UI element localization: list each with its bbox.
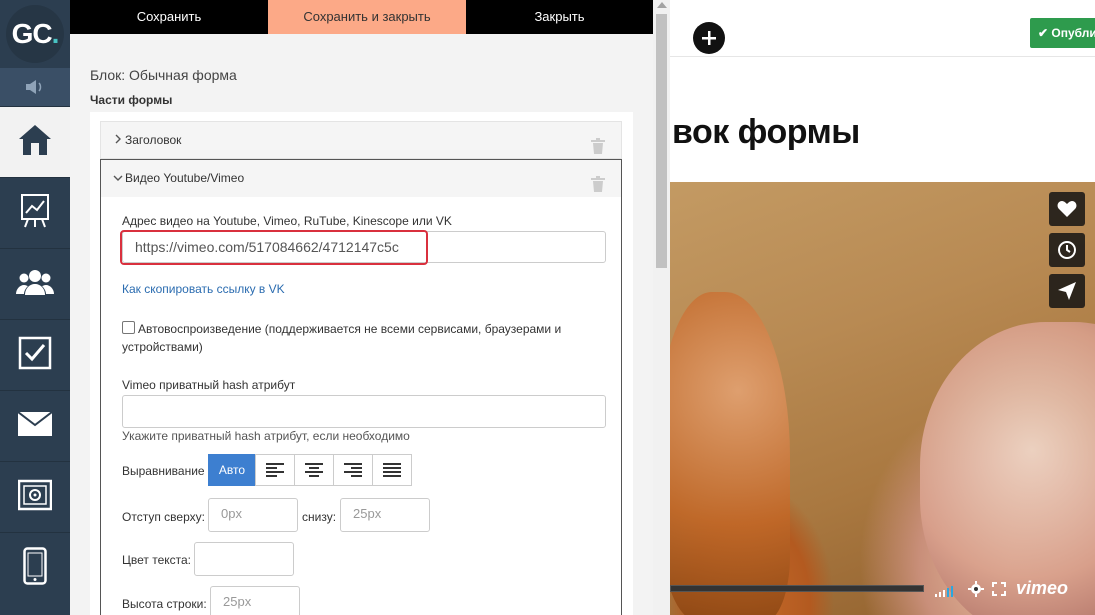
clock-icon bbox=[1058, 241, 1076, 259]
autoplay-row: Автовоспроизведение (поддерживается не в… bbox=[122, 320, 592, 356]
hash-label: Vimeo приватный hash атрибут bbox=[122, 378, 296, 392]
phone-icon bbox=[23, 546, 47, 590]
add-block-button[interactable] bbox=[693, 22, 725, 54]
align-left-icon bbox=[266, 463, 284, 477]
sidebar-item-tasks[interactable] bbox=[0, 319, 70, 390]
align-center-button[interactable] bbox=[294, 454, 334, 486]
align-center-icon bbox=[305, 463, 323, 477]
padding-top-input[interactable]: 0px bbox=[208, 498, 298, 532]
publish-button[interactable]: ✔ Опубли bbox=[1030, 18, 1095, 48]
sidebar-item-users[interactable] bbox=[0, 248, 70, 319]
scrollbar-thumb[interactable] bbox=[656, 14, 667, 268]
align-label: Выравнивание bbox=[122, 464, 205, 478]
logo-dot: . bbox=[51, 18, 60, 49]
plus-icon bbox=[702, 31, 716, 45]
preview-toolbar: ✔ Опубли bbox=[670, 0, 1095, 57]
checkbox-icon bbox=[18, 336, 52, 375]
accordion-item-header[interactable]: Заголовок bbox=[100, 121, 622, 159]
vk-copy-link[interactable]: Как скопировать ссылку в VK bbox=[122, 282, 285, 296]
padding-top-label: Отступ сверху: bbox=[122, 510, 205, 524]
align-right-icon bbox=[344, 463, 362, 477]
text-color-input[interactable] bbox=[194, 542, 294, 576]
align-justify-button[interactable] bbox=[372, 454, 412, 486]
url-highlight-box bbox=[120, 230, 428, 265]
block-title: Блок: Обычная форма bbox=[90, 67, 237, 83]
scroll-up-arrow-icon[interactable] bbox=[657, 2, 667, 8]
video-progress-bar[interactable] bbox=[670, 585, 924, 592]
form-parts-title: Части формы bbox=[90, 93, 173, 107]
logo-badge: GC. bbox=[6, 5, 64, 63]
vimeo-logo[interactable]: vimeo bbox=[1016, 578, 1068, 599]
home-icon bbox=[17, 123, 53, 162]
line-height-label: Высота строки: bbox=[122, 597, 207, 611]
padding-bottom-label: снизу: bbox=[302, 510, 337, 524]
chevron-right-icon bbox=[111, 122, 125, 158]
hash-input[interactable] bbox=[122, 395, 606, 428]
align-button-group: Авто bbox=[208, 454, 412, 486]
heart-icon bbox=[1057, 201, 1077, 217]
page-preview: ✔ Опубли вок формы vimeo bbox=[670, 0, 1095, 615]
volume-icon[interactable] bbox=[935, 584, 957, 602]
hash-help-text: Укажите приватный hash атрибут, если нео… bbox=[122, 429, 410, 443]
video-frame-cat bbox=[670, 292, 790, 615]
video-frame-pillow bbox=[920, 322, 1095, 615]
send-icon bbox=[1058, 282, 1076, 300]
chart-icon bbox=[20, 193, 50, 234]
video-player[interactable]: vimeo bbox=[670, 182, 1095, 615]
accordion-video-label: Видео Youtube/Vimeo bbox=[125, 171, 245, 185]
line-height-input[interactable]: 25px bbox=[210, 586, 300, 615]
check-icon: ✔ bbox=[1038, 26, 1049, 40]
safe-icon bbox=[17, 478, 53, 517]
settings-gear-icon[interactable] bbox=[968, 581, 984, 602]
watch-later-button[interactable] bbox=[1049, 233, 1085, 267]
save-and-close-button[interactable]: Сохранить и закрыть bbox=[268, 0, 466, 34]
accordion-item-video[interactable]: Видео Youtube/Vimeo bbox=[100, 159, 622, 199]
text-color-label: Цвет текста: bbox=[122, 553, 192, 567]
mail-icon bbox=[17, 410, 53, 441]
align-right-button[interactable] bbox=[333, 454, 373, 486]
fullscreen-icon[interactable] bbox=[992, 582, 1006, 601]
speaker-icon[interactable] bbox=[0, 68, 70, 106]
padding-bottom-input[interactable]: 25px bbox=[340, 498, 430, 532]
align-left-button[interactable] bbox=[255, 454, 295, 486]
sidebar-item-statistics[interactable] bbox=[0, 177, 70, 248]
sidebar-item-home[interactable] bbox=[0, 106, 70, 177]
autoplay-label: Автовоспроизведение (поддерживается не в… bbox=[122, 322, 562, 354]
sidebar-item-mobile[interactable] bbox=[0, 532, 70, 603]
autoplay-checkbox[interactable] bbox=[122, 321, 135, 334]
align-auto-button[interactable]: Авто bbox=[208, 454, 256, 486]
app-sidebar: GC. bbox=[0, 0, 70, 615]
save-button[interactable]: Сохранить bbox=[70, 0, 268, 34]
close-button[interactable]: Закрыть bbox=[466, 0, 653, 34]
accordion-header-label: Заголовок bbox=[125, 133, 182, 147]
sidebar-item-mail[interactable] bbox=[0, 390, 70, 461]
share-button[interactable] bbox=[1049, 274, 1085, 308]
sidebar-item-sales[interactable] bbox=[0, 461, 70, 532]
users-icon bbox=[16, 267, 54, 302]
logo-text: GC bbox=[11, 18, 53, 49]
video-url-label: Адрес видео на Youtube, Vimeo, RuTube, K… bbox=[122, 214, 452, 228]
form-heading: вок формы bbox=[672, 113, 860, 151]
chevron-down-icon bbox=[111, 160, 125, 196]
block-editor-panel: Сохранить Сохранить и закрыть Закрыть Бл… bbox=[70, 0, 653, 615]
logo[interactable]: GC. bbox=[0, 0, 70, 68]
editor-toolbar: Сохранить Сохранить и закрыть Закрыть bbox=[70, 0, 653, 34]
align-justify-icon bbox=[383, 463, 401, 477]
publish-label: Опубли bbox=[1051, 26, 1095, 40]
like-button[interactable] bbox=[1049, 192, 1085, 226]
